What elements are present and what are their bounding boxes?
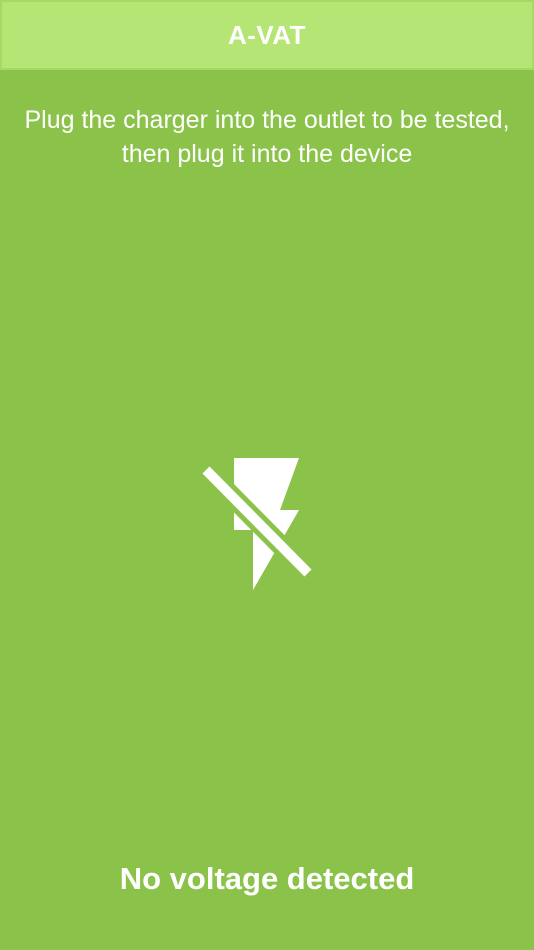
app-title: A-VAT — [227, 19, 307, 50]
flash-off-icon — [200, 458, 314, 590]
screen: A-VAT Plug the charger into the outlet t… — [0, 0, 534, 950]
instruction-text: Plug the charger into the outlet to be t… — [24, 106, 510, 168]
app-bar: A-VAT — [0, 0, 534, 70]
status-text: No voltage detected — [119, 861, 415, 896]
